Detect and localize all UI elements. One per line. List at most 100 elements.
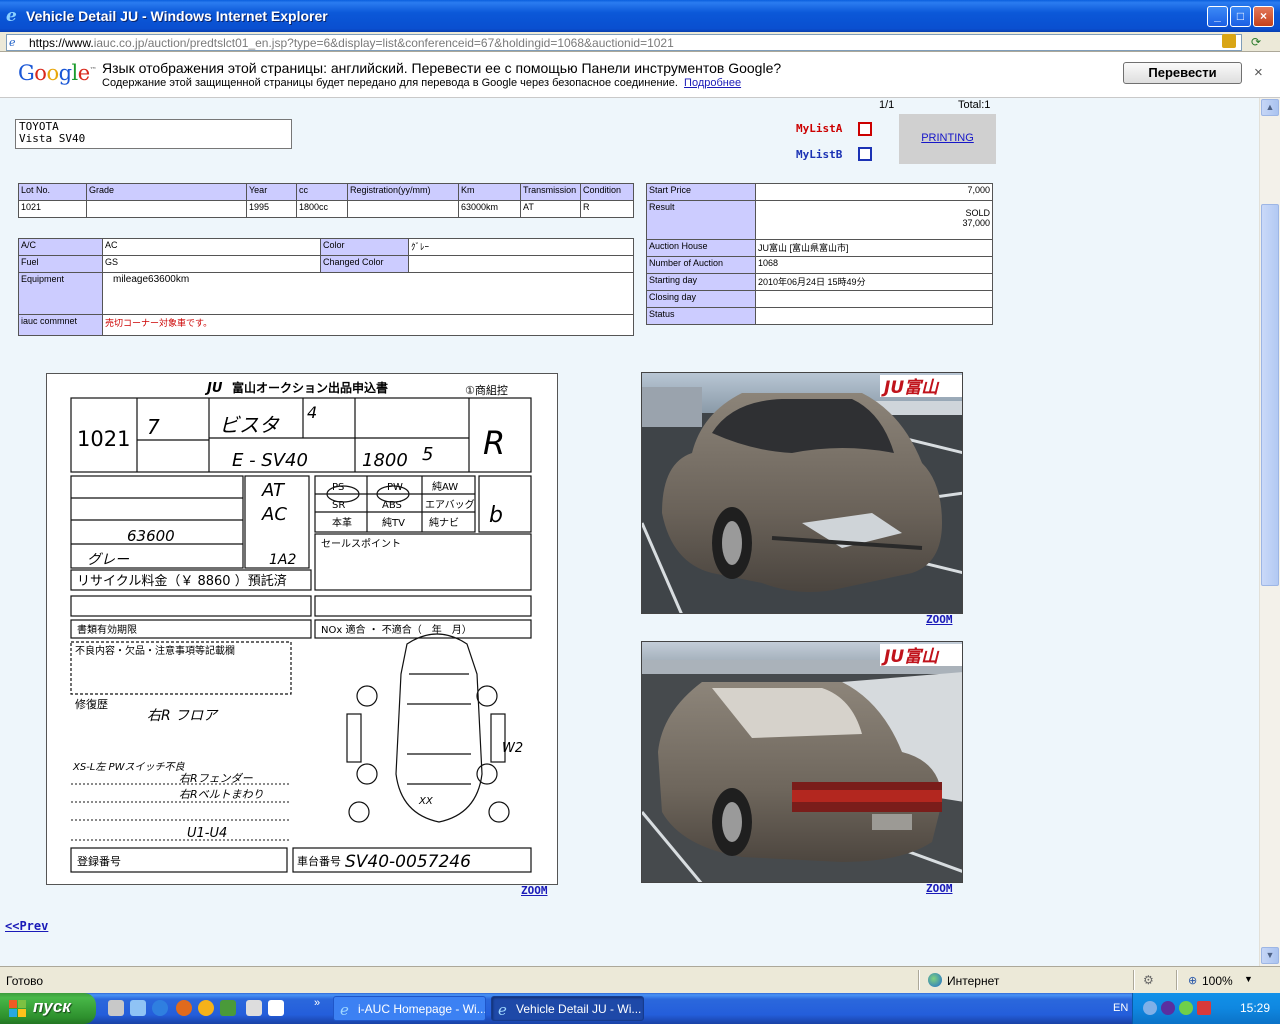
- sheet-nox: NOx 適合 ・ 不適合（ 年 月）: [321, 623, 472, 636]
- globe-icon: [928, 973, 942, 987]
- mylist-a-label: MyListA: [796, 122, 843, 135]
- url-field[interactable]: e https://www.iauc.co.jp/auction/predtsl…: [6, 34, 1242, 51]
- task1-ie-icon: e: [340, 1001, 349, 1019]
- tray-network-icon[interactable]: [1179, 1001, 1193, 1015]
- color-label: Color: [320, 238, 409, 256]
- firefox-icon[interactable]: [176, 1000, 192, 1016]
- sheet-equip-9: 純ナビ: [429, 516, 459, 529]
- ac-label: A/C: [18, 238, 103, 256]
- sheet-color-no: 1A2: [269, 552, 296, 568]
- explorer-icon[interactable]: [130, 1000, 146, 1016]
- status-bar: Готово Интернет ⚙ ⊕ 100% ▼: [0, 966, 1280, 993]
- sheet-model-code: E - SV40: [232, 450, 308, 471]
- svg-text:b: b: [489, 503, 503, 528]
- vehicle-photo-rear[interactable]: JU富山: [641, 641, 963, 883]
- td-year: 1995: [246, 200, 297, 218]
- td-cc: 1800cc: [296, 200, 348, 218]
- start-label: пуск: [33, 997, 71, 1016]
- scroll-thumb[interactable]: [1261, 204, 1279, 586]
- sheet-zoom-link[interactable]: ZOOM: [521, 884, 548, 897]
- close-button[interactable]: ×: [1253, 6, 1274, 27]
- close-translate-icon[interactable]: ×: [1254, 64, 1263, 81]
- sheet-sales-point: セールスポイント: [321, 538, 401, 550]
- sheet-note-4: U1-U4: [187, 826, 227, 841]
- maximize-button[interactable]: □: [1230, 6, 1251, 27]
- printing-box: PRINTING: [899, 114, 996, 164]
- translate-button[interactable]: Перевести: [1123, 62, 1242, 84]
- icq-icon[interactable]: [246, 1000, 262, 1016]
- scroll-down-icon[interactable]: ▼: [1261, 947, 1279, 964]
- vehicle-photo-front[interactable]: JU富山: [641, 372, 963, 614]
- task-vehicle-detail[interactable]: e Vehicle Detail JU - Wi...: [491, 996, 644, 1021]
- photo2-zoom-link[interactable]: ZOOM: [926, 882, 953, 895]
- sheet-recycle: リサイクル料金（￥ 8860 ）預託済: [77, 573, 287, 589]
- sheet-deadline: 書類有効期限: [77, 623, 137, 636]
- th-condition: Condition: [580, 183, 634, 201]
- lot-header-row: Lot No. Grade Year cc Registration(yy/mm…: [18, 183, 634, 201]
- comment-value: 売切コーナー対象車です。: [102, 314, 634, 336]
- sheet-reg-label: 登録番号: [77, 854, 121, 868]
- td-transmission: AT: [520, 200, 581, 218]
- sheet-grade-mark: R: [483, 424, 505, 462]
- closing-day-label: Closing day: [646, 290, 756, 308]
- app-icon[interactable]: [220, 1000, 236, 1016]
- zone-text: Интернет: [947, 974, 1000, 988]
- minimize-button[interactable]: _: [1207, 6, 1228, 27]
- sheet-w2: W2: [502, 741, 523, 756]
- vertical-scrollbar[interactable]: ▲ ▼: [1259, 98, 1280, 966]
- sheet-equip-8: 純TV: [382, 516, 405, 529]
- task2-ie-icon: e: [498, 1001, 507, 1019]
- status-separator-3: [1176, 970, 1178, 990]
- start-button[interactable]: пуск: [0, 993, 96, 1024]
- zoom-level[interactable]: 100%: [1202, 974, 1233, 988]
- svg-text:5: 5: [422, 444, 433, 465]
- result-price: 37,000: [962, 218, 990, 228]
- photo1-zoom-link[interactable]: ZOOM: [926, 613, 953, 626]
- scroll-up-icon[interactable]: ▲: [1261, 99, 1279, 116]
- result-status: SOLD: [965, 208, 990, 218]
- status-label: Status: [646, 307, 756, 325]
- zoom-icon[interactable]: ⊕: [1188, 974, 1197, 987]
- media-icon[interactable]: [198, 1000, 214, 1016]
- printing-link[interactable]: PRINTING: [921, 132, 974, 144]
- auction-sheet-image[interactable]: JU 富山オークション出品申込書 ①商組控 1021 7 ビスタ 4 E - S…: [46, 373, 558, 885]
- security-icon[interactable]: ⚙: [1143, 973, 1154, 987]
- language-indicator[interactable]: EN: [1113, 1002, 1128, 1014]
- sheet-badge: ①商組控: [465, 383, 508, 397]
- sheet-note-1: 右Rフェンダー: [179, 772, 254, 785]
- mylist-a-checkbox[interactable]: [858, 122, 872, 136]
- photo-rear-drawing: JU富山: [642, 642, 962, 882]
- mylist-b-checkbox[interactable]: [858, 147, 872, 161]
- comment-label: iauc commnet: [18, 314, 103, 336]
- task2-label: Vehicle Detail JU - Wi...: [516, 1002, 642, 1016]
- sheet-color: グレー: [87, 552, 130, 568]
- tray-app-icon[interactable]: [1161, 1001, 1175, 1015]
- task-iauc-homepage[interactable]: e i-AUC Homepage - Wi...: [333, 996, 486, 1021]
- window-icon[interactable]: [268, 1000, 284, 1016]
- ie-quick-icon[interactable]: [152, 1000, 168, 1016]
- window-titlebar: e Vehicle Detail JU - Windows Internet E…: [0, 0, 1280, 32]
- sheet-defects: 不良内容・欠品・注意事項等記載欄: [75, 644, 235, 657]
- refresh-icon[interactable]: ⟳: [1251, 35, 1265, 49]
- window-title: Vehicle Detail JU - Windows Internet Exp…: [26, 8, 328, 24]
- auction-sheet-drawing: JU 富山オークション出品申込書 ①商組控 1021 7 ビスタ 4 E - S…: [70, 380, 532, 873]
- google-translate-bar: Google™ Язык отображения этой страницы: …: [0, 52, 1280, 98]
- zoom-dropdown-icon[interactable]: ▼: [1244, 974, 1253, 984]
- quicklaunch-chevron-icon[interactable]: »: [314, 997, 320, 1009]
- tray-antivirus-icon[interactable]: [1197, 1001, 1211, 1015]
- desktop-icon[interactable]: [108, 1000, 124, 1016]
- task1-label: i-AUC Homepage - Wi...: [358, 1002, 486, 1016]
- price-table: Start Price 7,000 Result SOLD 37,000 Auc…: [646, 183, 993, 325]
- lock-icon[interactable]: [1222, 34, 1236, 48]
- sheet-equip-6: エアバッグ: [425, 498, 475, 511]
- translate-message: Язык отображения этой страницы: английск…: [102, 60, 782, 76]
- starting-day-label: Starting day: [646, 273, 756, 291]
- vehicle-name-box: TOYOTA Vista SV40: [15, 119, 292, 149]
- td-registration: [347, 200, 459, 218]
- prev-link[interactable]: <<Prev: [5, 919, 48, 933]
- tray-back-icon[interactable]: [1143, 1001, 1157, 1015]
- ie-icon: e: [6, 6, 17, 26]
- mylist-b-label: MyListB: [796, 148, 843, 161]
- sheet-name: ビスタ: [219, 413, 280, 437]
- more-link[interactable]: Подробнее: [684, 77, 741, 89]
